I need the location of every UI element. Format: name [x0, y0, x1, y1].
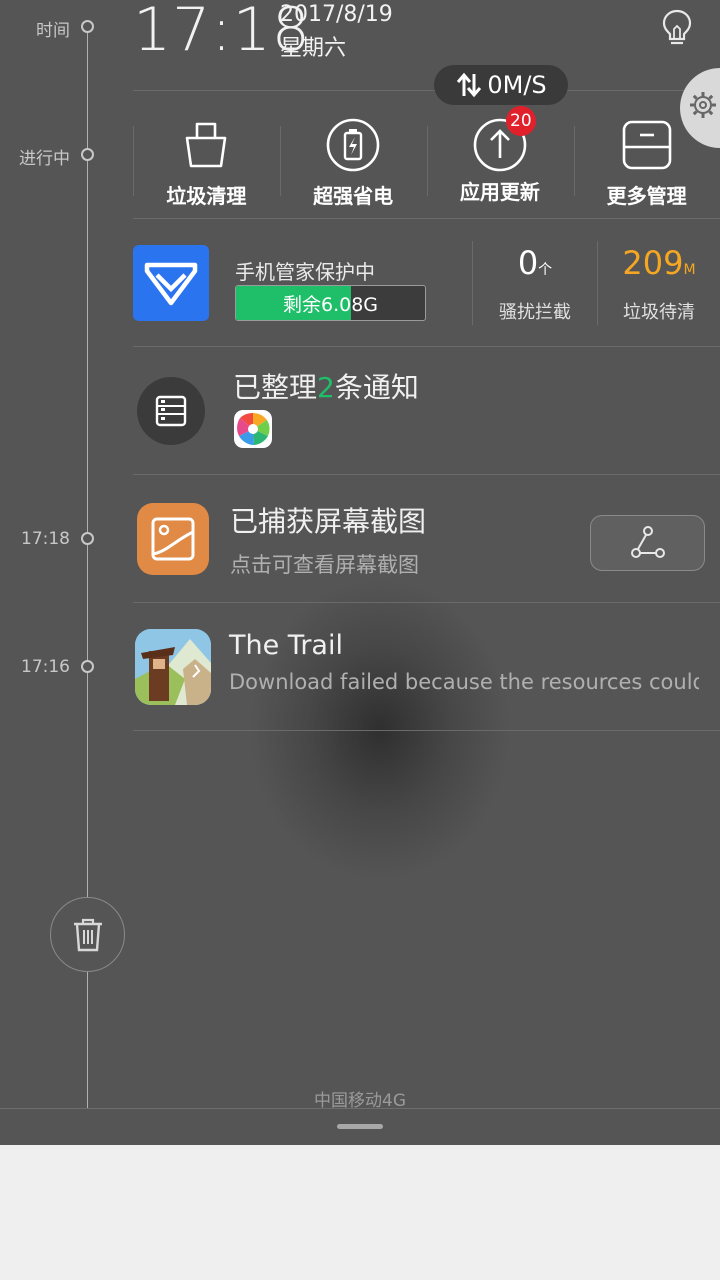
network-speed-pill: 0M/S [434, 65, 568, 105]
junk-label: 垃圾待清 [623, 302, 695, 323]
storage-remaining-label: 剩余6.08G [282, 293, 379, 316]
timeline-time-label: 17:18 [21, 529, 70, 549]
share-icon [630, 526, 665, 558]
quick-action-label: 超强省电 [313, 184, 394, 208]
update-count-badge: 20 [505, 106, 536, 136]
quick-action-more-manage[interactable]: 更多管理 [573, 112, 720, 212]
timeline-in-progress-label: 进行中 [19, 149, 70, 169]
divider [0, 1108, 720, 1109]
download-failed-notification[interactable] [133, 603, 720, 730]
timeline-time-label: 17:16 [21, 657, 70, 677]
network-speed-value: 0M/S [487, 71, 547, 99]
weekday: 星期六 [280, 36, 347, 61]
picture-icon [151, 517, 195, 561]
screenshot-app-icon [137, 503, 209, 575]
blocked-value: 0 [517, 244, 539, 282]
quick-action-junk-clean[interactable]: 垃圾清理 [133, 112, 280, 212]
date: 2017/8/19 [280, 2, 393, 27]
quick-action-app-update[interactable]: 20 应用更新 [427, 106, 574, 212]
game-notification-title: The Trail [229, 630, 343, 661]
blocked-count: 0个 [473, 244, 597, 282]
manage-icon [622, 120, 671, 170]
junk-stat[interactable]: 209M 垃圾待清 [598, 240, 720, 328]
phone-manager-app-icon[interactable] [133, 245, 209, 321]
divider [133, 90, 720, 91]
clear-all-button[interactable] [50, 897, 125, 972]
battery-icon [326, 118, 380, 172]
junk-size: 209M [598, 244, 720, 282]
organized-prefix: 已整理 [233, 371, 318, 404]
notification-list-icon [155, 395, 187, 427]
organized-notifications-card[interactable] [133, 347, 720, 474]
organized-suffix: 条通知 [334, 371, 419, 404]
the-trail-app-icon [135, 629, 211, 705]
notification-shade: 时间 进行中 17:18 17:16 17:18 2017/8/19 星期六 0… [0, 0, 720, 1145]
notification-list-icon-wrap [137, 377, 205, 445]
quick-action-power-save[interactable]: 超强省电 [280, 112, 427, 212]
screenshot-subtitle: 点击可查看屏幕截图 [230, 553, 419, 577]
guard-status-title: 手机管家保护中 [235, 260, 375, 284]
screenshot-title: 已捕获屏幕截图 [230, 505, 427, 538]
share-button[interactable] [590, 515, 705, 571]
broom-icon [186, 122, 227, 168]
quick-action-label: 应用更新 [459, 180, 540, 204]
storage-progress-bar[interactable]: 剩余6.08G [235, 285, 426, 321]
quick-action-label: 更多管理 [606, 184, 687, 208]
timeline-dot [81, 532, 94, 545]
junk-unit: M [683, 262, 696, 278]
timeline-dot [81, 660, 94, 673]
blocked-unit: 个 [538, 262, 553, 278]
quick-actions-row: 垃圾清理 超强省电 20 应用更新 更多管理 [133, 106, 720, 212]
shield-icon [144, 262, 198, 306]
timeline-dot [81, 148, 94, 161]
lightbulb-icon[interactable] [660, 8, 694, 48]
divider [133, 730, 720, 731]
blocked-stat[interactable]: 0个 骚扰拦截 [473, 240, 597, 328]
blocked-label: 骚扰拦截 [499, 302, 571, 323]
organized-notifications-title: 已整理2条通知 [233, 366, 419, 406]
junk-value: 209 [622, 244, 684, 282]
app-store-mini-icon [234, 410, 272, 448]
timeline-header-label: 时间 [36, 21, 70, 41]
drag-handle[interactable] [337, 1124, 383, 1129]
divider [133, 218, 720, 219]
up-down-arrows-icon [457, 72, 482, 98]
game-notification-subtitle: Download failed because the resources co… [229, 670, 699, 694]
organized-count: 2 [317, 371, 335, 404]
timeline-dot [81, 20, 94, 33]
quick-action-label: 垃圾清理 [166, 184, 247, 208]
trash-icon [73, 918, 102, 951]
